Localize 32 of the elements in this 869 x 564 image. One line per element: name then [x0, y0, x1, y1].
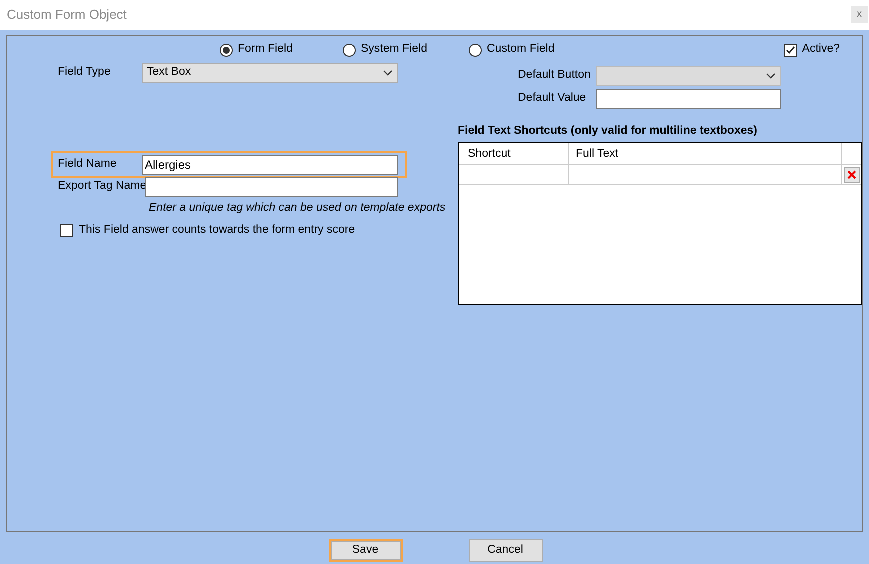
delete-button[interactable] — [844, 167, 860, 184]
cross-icon — [847, 170, 857, 180]
field-label: Default Button — [518, 68, 592, 84]
close-button[interactable]: x — [851, 6, 868, 23]
dialog-button[interactable]: Cancel — [468, 539, 542, 562]
column-header[interactable]: Full Text — [569, 143, 842, 164]
dialog-button[interactable]: Save — [328, 539, 402, 562]
radio-label: Custom Field — [487, 42, 555, 58]
checkbox-label: This Field answer counts towards the form entry score — [79, 223, 356, 238]
checkbox[interactable] — [784, 44, 798, 56]
window-title: Custom Form Object — [7, 6, 127, 24]
dropdown-value: Text Box — [147, 65, 192, 80]
section-title: Field Text Shortcuts (only valid for multiline textboxes) — [458, 124, 758, 139]
field-type-dropdown[interactable]: Text Box — [142, 63, 398, 83]
radio-label: System Field — [361, 42, 428, 58]
field-label: Export Tag Name — [57, 179, 145, 194]
radio-button[interactable] — [220, 44, 233, 56]
radio-button[interactable] — [469, 44, 482, 56]
column-header[interactable]: Shortcut — [459, 143, 569, 164]
export-tag-input[interactable] — [145, 177, 398, 197]
field-label: Field Type — [57, 65, 112, 80]
hint-text: Enter a unique tag which can be used on template exports — [149, 202, 446, 214]
caret-icon — [383, 70, 393, 76]
field-label: Default Value — [518, 91, 588, 106]
field-label: Field Name — [57, 156, 118, 172]
field-name-input[interactable]: Allergies — [142, 154, 398, 174]
checkbox-label: Active? — [802, 42, 840, 58]
radio-label: Form Field — [238, 42, 293, 58]
checkbox[interactable] — [60, 224, 73, 238]
radio-button[interactable] — [343, 44, 356, 56]
default-value-input[interactable] — [596, 89, 781, 109]
caret-icon — [766, 73, 776, 79]
